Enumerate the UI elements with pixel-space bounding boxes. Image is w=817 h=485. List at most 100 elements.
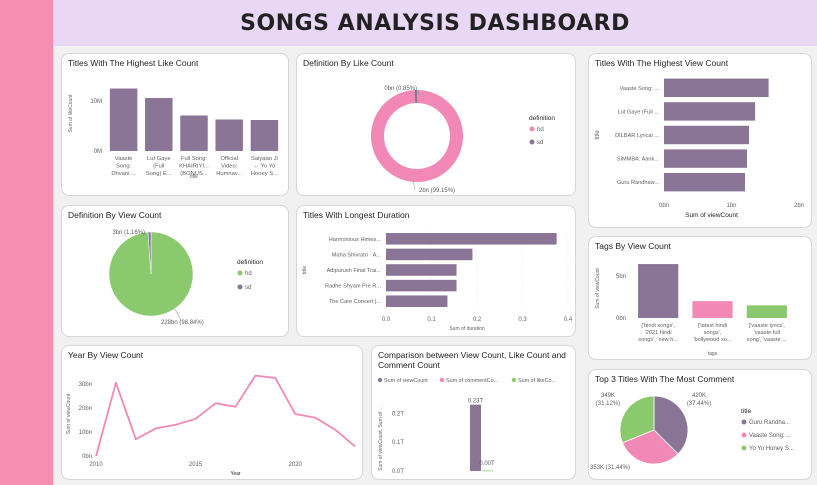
y-tick-label: DILBAR Lyrical ... [615,133,659,139]
card-definition-by-like-count[interactable]: Definition By Like Count 2bn (99.15%) 0bn… [296,53,576,196]
bar[interactable] [692,301,733,318]
top3-comment-pie-chart: 420K (37.44%) 353K (31.44%) 349K (31.12%) tit… [590,393,794,471]
legend-title: definition [529,115,555,122]
x-tick-label: 2bn [794,203,804,209]
x-tick-label: Song: [116,164,132,170]
tags-bar-chart: 0bn 5bn Sum of viewCount ['hindi songs','20… [595,264,788,357]
x-tick-label: Lut Gaye [147,156,171,162]
bar[interactable] [386,279,457,292]
y-axis-label: title [302,266,308,275]
y-tick-label: Radhe Shyam Pre R... [325,284,381,290]
bar[interactable] [638,264,679,318]
x-tick-label: song', 'vaaste ... [747,337,788,343]
donut-slice[interactable] [371,90,463,183]
data-label: 3bn (1.16%) [112,230,145,236]
data-label: 0.00T [479,461,495,467]
legend-marker [439,377,445,383]
legend-label: Sum of likeCo... [518,378,556,384]
x-tick-label: 0.0 [382,317,391,323]
card-definition-by-view-count[interactable]: Definition By View Count 228bn (98.84%) 3… [61,205,289,337]
legend-title: definition [237,259,263,266]
legend-label: sd [537,140,543,146]
legend-marker [377,377,383,383]
bar[interactable] [215,119,243,152]
definition-view-pie-chart: 228bn (98.84%) 3bn (1.16%) definition hd sd [108,230,263,326]
legend-label: hd [537,127,544,133]
like-count-bar-chart: 0M 10M Sum of likeCount Vaaste Song:Dhvani .… [68,88,279,180]
x-tick-label: Saiyaan Ji [251,156,278,162]
x-tick-label: KHAIRIYI... [179,164,209,170]
legend-label: hd [245,271,252,277]
card-top3-most-comment[interactable]: Top 3 Titles With The Most Comment 420K(… [588,369,812,480]
y-tick-label: Vaaste Song: ... [620,86,660,92]
bar[interactable] [664,149,748,168]
bar[interactable] [386,233,557,245]
bar[interactable] [386,248,473,261]
bar[interactable] [746,305,787,318]
data-label: 0.23T [468,399,484,405]
bar[interactable] [664,125,750,145]
legend-marker [529,126,535,132]
legend-marker [237,284,243,290]
card-comparison-counts[interactable]: Comparison between View Count, Like Coun… [371,345,576,480]
legend-label: sd [245,285,251,291]
x-tick-label: songs', 'new h... [638,337,678,343]
duration-bar-chart: 0.0 0.1 0.2 0.3 0.4 Harmonious Himes... Maha S… [302,231,573,332]
x-tick-label: Song) E... [146,171,172,177]
bar[interactable] [109,88,138,152]
x-tick-label: Official [220,156,238,162]
x-tick-label: (Full [153,164,164,170]
x-tick-label: Vaaste [115,156,133,162]
x-tick-label: '2021 hindi [645,330,672,336]
card-year-by-view-count[interactable]: Year By View Count 0bn 10bn 20bn 30bn 2010 20… [61,345,363,480]
legend-title: title [741,408,752,415]
card-tags-by-view-count[interactable]: Tags By View Count 0bn 5bn Sum of viewCoun… [588,236,812,360]
view-count-bar-chart: Vaaste Song: ... Lut Gaye (Full ... DILBAR… [595,78,804,219]
bar[interactable] [145,98,173,151]
card-longest-duration[interactable]: Titles With Longest Duration 0.0 0.1 0.2 0.… [296,205,576,337]
y-tick-label: Maha Shivratri · A... [332,252,382,258]
x-tick-label: 2015 [189,462,203,468]
x-tick-label: Dhvani ... [111,171,136,177]
data-label: 420K [692,393,706,399]
x-tick-label: 0.2 [473,317,482,323]
x-tick-label: 0bn [659,203,669,209]
legend-marker [741,445,747,451]
legend-marker [511,377,517,383]
x-axis-label: Sum of viewCount [685,212,738,219]
x-axis-label: tags [708,351,718,357]
left-accent-strip [0,0,53,485]
bar[interactable] [664,78,769,98]
y-axis-label: Sum of viewCount [595,268,601,309]
series-line[interactable] [95,374,356,457]
page-title: SONGS ANALYSIS DASHBOARD [240,10,630,36]
x-tick-label: 2010 [89,462,103,468]
x-tick-label: Full Song: [181,156,207,162]
y-axis-label: Sum of likeCount [68,94,74,133]
data-label: 353K (31.44%) [590,465,630,471]
y-tick-label: 0bn [82,454,92,460]
y-tick-label: 0M [94,149,102,155]
y-tick-label: SIMMBA: Aank... [617,157,660,163]
bar[interactable] [664,102,756,121]
x-tick-label: 'bollywood so... [693,337,732,343]
legend-marker [741,432,747,438]
y-tick-label: 0.0T [392,469,404,475]
data-label: 228bn (98.84%) [161,320,204,326]
bar[interactable] [664,172,745,192]
data-label: 349K [601,393,615,399]
bar[interactable] [482,470,493,472]
x-tick-label: Video: [221,164,238,170]
card-highest-view-count[interactable]: Titles With The Highest View Count Vaast… [588,53,812,228]
bar[interactable] [250,120,279,151]
legend-label: Vaaste Song: ... [749,433,792,439]
bar[interactable] [180,115,208,152]
data-label: 0bn (0.85%) [384,86,417,92]
bar[interactable] [386,264,457,276]
bar[interactable] [386,295,448,307]
y-tick-label: Guru Randhaw... [617,180,659,186]
card-highest-like-count[interactable]: Titles With The Highest Like Count 0M 10M… [61,53,289,196]
y-tick-label: Lut Gaye (Full ... [618,109,660,115]
definition-like-donut-chart: 2bn (99.15%) 0bn (0.85%) definition hd sd [371,86,555,194]
legend-marker [237,270,243,276]
